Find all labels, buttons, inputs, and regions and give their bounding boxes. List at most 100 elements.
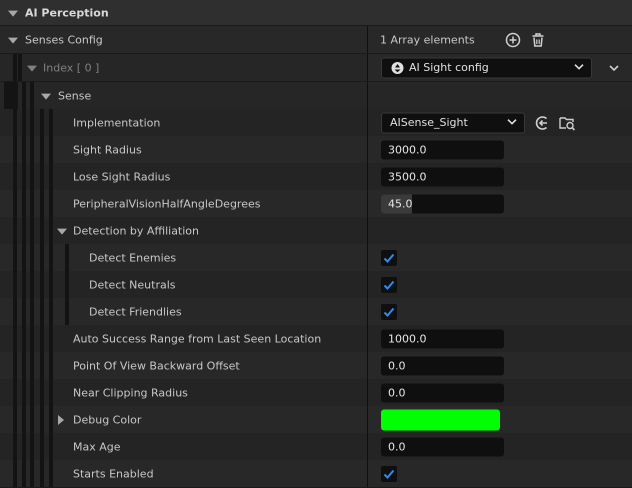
checkmark-icon — [383, 253, 395, 263]
auto-success-label: Auto Success Range from Last Seen Locati… — [73, 332, 322, 345]
detect-enemies-checkbox[interactable] — [381, 249, 397, 266]
pov-offset-label: Point Of View Backward Offset — [73, 359, 240, 372]
starts-enabled-row: Starts Enabled — [0, 460, 632, 487]
implementation-value: AISense_Sight — [390, 116, 468, 129]
use-selected-icon[interactable] — [533, 114, 551, 132]
add-element-icon[interactable] — [504, 31, 522, 49]
indent-guide — [49, 136, 53, 163]
indent-guide — [30, 298, 34, 325]
checkmark-icon — [383, 307, 395, 317]
indent-guide — [13, 271, 17, 298]
indent-guide — [40, 298, 44, 325]
indent-guide — [30, 460, 34, 487]
indent-guide — [30, 379, 34, 406]
indent-guide — [40, 325, 44, 352]
debug-color-swatch[interactable] — [381, 409, 500, 430]
indent-guide — [30, 244, 34, 271]
detect-enemies-label: Detect Enemies — [89, 251, 177, 264]
browse-folder-icon[interactable] — [558, 114, 576, 132]
max-age-input[interactable]: 0.0 — [381, 437, 504, 456]
near-clip-input[interactable]: 0.0 — [381, 383, 504, 402]
indent-guide — [49, 325, 53, 352]
collapse-arrow-icon[interactable] — [8, 10, 18, 17]
indent-guide — [18, 54, 22, 81]
ai-sight-config-icon — [391, 61, 404, 74]
element-options-chevron-icon[interactable] — [609, 65, 619, 72]
max-age-value: 0.0 — [388, 440, 406, 453]
checkmark-icon — [383, 280, 395, 290]
ai-perception-header[interactable]: AI Perception — [0, 0, 632, 25]
lose-sight-radius-row: Lose Sight Radius 3500.0 — [0, 163, 632, 190]
senses-config-expand-icon[interactable] — [8, 37, 18, 44]
detect-neutrals-row: Detect Neutrals — [0, 271, 632, 298]
indent-guide — [49, 244, 53, 271]
indent-guide — [4, 82, 18, 109]
indent-guide — [40, 271, 44, 298]
detect-neutrals-checkbox[interactable] — [381, 276, 397, 293]
indent-guide — [30, 433, 34, 460]
detect-enemies-row: Detect Enemies — [0, 244, 632, 271]
peripheral-vision-value: 45.0 — [388, 197, 413, 210]
indent-guide — [22, 325, 26, 352]
index-row: Index [ 0 ] AI Sight config — [0, 54, 632, 81]
indent-guide — [13, 163, 17, 190]
detection-expand-icon[interactable] — [57, 228, 67, 235]
chevron-down-icon — [574, 64, 584, 70]
detect-neutrals-label: Detect Neutrals — [89, 278, 176, 291]
implementation-dropdown[interactable]: AISense_Sight — [381, 112, 525, 133]
starts-enabled-checkbox[interactable] — [381, 465, 397, 482]
delete-all-icon[interactable] — [529, 31, 547, 49]
near-clip-value: 0.0 — [388, 386, 406, 399]
indent-guide — [40, 352, 44, 379]
indent-guide — [22, 163, 26, 190]
index-expand-icon[interactable] — [27, 65, 37, 72]
detect-friendlies-row: Detect Friendlies — [0, 298, 632, 325]
indent-guide — [22, 271, 26, 298]
index-label: Index [ 0 ] — [43, 61, 100, 74]
lose-sight-radius-label: Lose Sight Radius — [73, 170, 171, 183]
indent-guide — [30, 136, 34, 163]
pov-offset-row: Point Of View Backward Offset 0.0 — [0, 352, 632, 379]
near-clip-label: Near Clipping Radius — [73, 386, 188, 399]
debug-color-label: Debug Color — [73, 413, 142, 426]
indent-guide — [65, 244, 69, 271]
indent-guide — [13, 217, 17, 244]
lose-sight-radius-input[interactable]: 3500.0 — [381, 167, 504, 186]
indent-guide — [65, 298, 69, 325]
indent-guide — [30, 109, 34, 136]
indent-guide — [30, 352, 34, 379]
indent-guide — [40, 109, 44, 136]
indent-guide — [22, 190, 26, 217]
sight-radius-input[interactable]: 3000.0 — [381, 140, 504, 159]
indent-guide — [49, 217, 53, 244]
indent-guide — [13, 136, 17, 163]
indent-guide — [30, 325, 34, 352]
indent-guide — [22, 379, 26, 406]
sense-expand-icon[interactable] — [41, 93, 51, 100]
peripheral-vision-label: PeripheralVisionHalfAngleDegrees — [73, 197, 261, 210]
indent-guide — [13, 379, 17, 406]
sense-row: Sense — [0, 82, 632, 109]
indent-guide — [22, 352, 26, 379]
peripheral-vision-slider[interactable]: 45.0 — [381, 194, 504, 213]
max-age-label: Max Age — [73, 440, 121, 453]
indent-guide — [13, 109, 17, 136]
indent-guide — [13, 460, 17, 487]
max-age-row: Max Age 0.0 — [0, 433, 632, 460]
detect-friendlies-checkbox[interactable] — [381, 303, 397, 320]
senses-config-label: Senses Config — [25, 33, 103, 46]
indent-guide — [49, 460, 53, 487]
debug-color-expand-icon[interactable] — [58, 414, 64, 425]
indent-guide — [13, 244, 17, 271]
auto-success-input[interactable]: 1000.0 — [381, 329, 504, 348]
sight-radius-label: Sight Radius — [73, 143, 142, 156]
pov-offset-value: 0.0 — [388, 359, 406, 372]
pov-offset-input[interactable]: 0.0 — [381, 356, 504, 375]
lose-sight-radius-value: 3500.0 — [388, 170, 427, 183]
sight-radius-row: Sight Radius 3000.0 — [0, 136, 632, 163]
indent-guide — [65, 271, 69, 298]
sense-config-dropdown[interactable]: AI Sight config — [381, 57, 592, 78]
indent-guide — [13, 406, 17, 433]
indent-guide — [13, 54, 17, 81]
indent-guide — [22, 82, 26, 109]
